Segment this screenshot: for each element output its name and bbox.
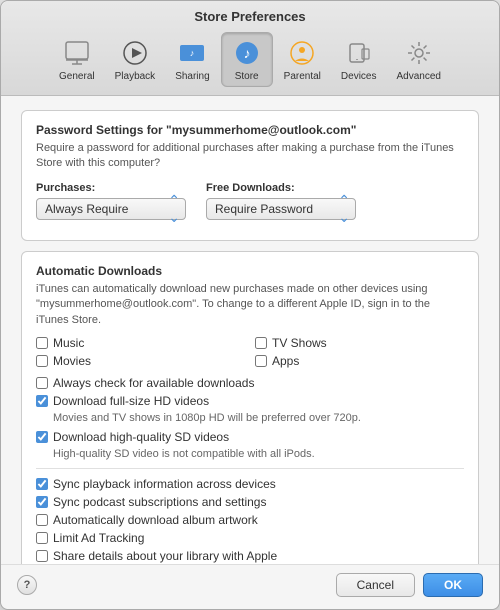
password-form-row: Purchases: Always Require After 15 Minut…	[36, 182, 464, 220]
parental-label: Parental	[284, 71, 321, 82]
share-details-label: Share details about your library with Ap…	[53, 549, 277, 563]
advanced-label: Advanced	[396, 71, 440, 82]
sharing-icon: ♪	[176, 37, 208, 69]
share-details-checkbox[interactable]	[36, 550, 48, 562]
parental-icon	[286, 37, 318, 69]
content-area: Password Settings for "mysummerhome@outl…	[1, 96, 499, 564]
password-section: Password Settings for "mysummerhome@outl…	[21, 110, 479, 241]
apps-label: Apps	[272, 354, 299, 368]
dialog-buttons: Cancel OK	[336, 573, 483, 597]
advanced-icon	[403, 37, 435, 69]
full-hd-desc: Movies and TV shows in 1080p HD will be …	[53, 412, 464, 424]
svg-text:♪: ♪	[243, 45, 250, 61]
auto-downloads-section: Automatic Downloads iTunes can automatic…	[21, 251, 479, 564]
toolbar-item-devices[interactable]: Devices	[332, 32, 386, 87]
checkbox-music: Music	[36, 336, 245, 350]
purchases-select-wrapper: Always Require After 15 Minutes After 1 …	[36, 198, 186, 220]
help-button[interactable]: ?	[17, 575, 37, 595]
high-quality-sd-label: Download high-quality SD videos	[53, 430, 229, 444]
devices-icon	[343, 37, 375, 69]
movies-label: Movies	[53, 354, 91, 368]
free-downloads-group: Free Downloads: Require Password Save Pa…	[206, 182, 356, 220]
high-quality-sd-desc: High-quality SD video is not compatible …	[53, 448, 464, 460]
store-icon: ♪	[231, 37, 263, 69]
high-quality-sd-row: Download high-quality SD videos	[36, 430, 464, 444]
limit-ad-label: Limit Ad Tracking	[53, 531, 144, 545]
password-desc: Require a password for additional purcha…	[36, 141, 464, 172]
svg-text:♪: ♪	[190, 48, 195, 58]
sync-playback-row: Sync playback information across devices	[36, 477, 464, 491]
high-quality-sd-checkbox[interactable]	[36, 431, 48, 443]
music-label: Music	[53, 336, 84, 350]
checkbox-tv-shows: TV Shows	[255, 336, 464, 350]
sync-playback-label: Sync playback information across devices	[53, 477, 276, 491]
free-downloads-select-wrapper: Require Password Save Password Never ⌃⌄	[206, 198, 356, 220]
title-bar: Store Preferences General	[1, 1, 499, 96]
toolbar-item-parental[interactable]: Parental	[275, 32, 330, 87]
sync-podcast-row: Sync podcast subscriptions and settings	[36, 495, 464, 509]
sync-podcast-label: Sync podcast subscriptions and settings	[53, 495, 266, 509]
full-hd-row: Download full-size HD videos	[36, 394, 464, 408]
toolbar-item-sharing[interactable]: ♪ Sharing	[166, 32, 218, 87]
purchases-label: Purchases:	[36, 182, 186, 194]
bottom-bar: ? Cancel OK	[1, 564, 499, 609]
cancel-button[interactable]: Cancel	[336, 573, 415, 597]
tv-shows-checkbox[interactable]	[255, 337, 267, 349]
always-check-checkbox[interactable]	[36, 377, 48, 389]
auto-album-checkbox[interactable]	[36, 514, 48, 526]
always-check-label: Always check for available downloads	[53, 376, 254, 390]
preferences-window: Store Preferences General	[0, 0, 500, 610]
sharing-label: Sharing	[175, 71, 209, 82]
apps-checkbox[interactable]	[255, 355, 267, 367]
purchases-select[interactable]: Always Require After 15 Minutes After 1 …	[36, 198, 186, 220]
full-hd-checkbox[interactable]	[36, 395, 48, 407]
devices-label: Devices	[341, 71, 377, 82]
playback-label: Playback	[115, 71, 156, 82]
share-details-row: Share details about your library with Ap…	[36, 549, 464, 563]
limit-ad-row: Limit Ad Tracking	[36, 531, 464, 545]
window-title: Store Preferences	[1, 9, 499, 24]
free-downloads-label: Free Downloads:	[206, 182, 356, 194]
general-label: General	[59, 71, 95, 82]
auto-album-label: Automatically download album artwork	[53, 513, 258, 527]
toolbar: General Playback ♪ Shar	[1, 32, 499, 95]
free-downloads-select[interactable]: Require Password Save Password Never	[206, 198, 356, 220]
toolbar-item-playback[interactable]: Playback	[106, 32, 165, 87]
auto-downloads-grid: Music TV Shows Movies Apps	[36, 336, 464, 368]
ok-button[interactable]: OK	[423, 573, 483, 597]
auto-downloads-title: Automatic Downloads	[36, 264, 464, 278]
store-label: Store	[235, 71, 259, 82]
password-title: Password Settings for "mysummerhome@outl…	[36, 123, 464, 137]
general-icon	[61, 37, 93, 69]
always-check-row: Always check for available downloads	[36, 376, 464, 390]
playback-icon	[119, 37, 151, 69]
purchases-group: Purchases: Always Require After 15 Minut…	[36, 182, 186, 220]
auto-album-row: Automatically download album artwork	[36, 513, 464, 527]
sync-playback-checkbox[interactable]	[36, 478, 48, 490]
tv-shows-label: TV Shows	[272, 336, 327, 350]
music-checkbox[interactable]	[36, 337, 48, 349]
movies-checkbox[interactable]	[36, 355, 48, 367]
toolbar-item-store[interactable]: ♪ Store	[221, 32, 273, 87]
section-divider	[36, 468, 464, 469]
checkbox-apps: Apps	[255, 354, 464, 368]
toolbar-item-advanced[interactable]: Advanced	[387, 32, 449, 87]
limit-ad-checkbox[interactable]	[36, 532, 48, 544]
checkbox-movies: Movies	[36, 354, 245, 368]
full-hd-label: Download full-size HD videos	[53, 394, 209, 408]
toolbar-item-general[interactable]: General	[50, 32, 104, 87]
auto-downloads-desc: iTunes can automatically download new pu…	[36, 282, 464, 328]
sync-podcast-checkbox[interactable]	[36, 496, 48, 508]
